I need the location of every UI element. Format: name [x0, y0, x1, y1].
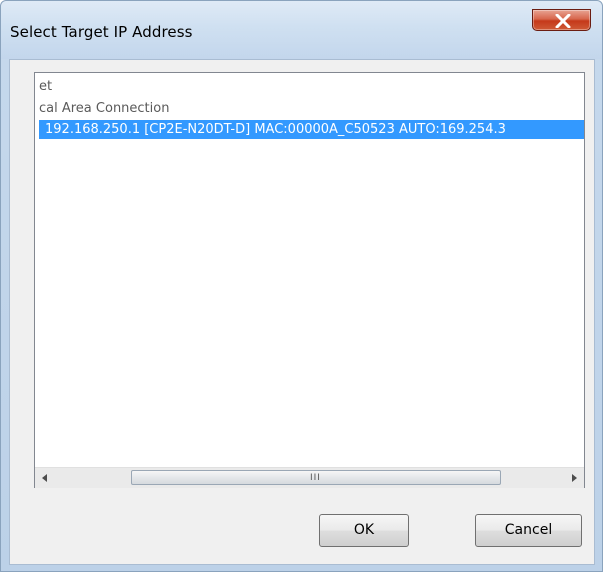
- tree-item-device-selected[interactable]: 192.168.250.1 [CP2E-N20DT-D] MAC:00000A_…: [39, 120, 584, 139]
- close-button[interactable]: [532, 9, 591, 31]
- window-title: Select Target IP Address: [10, 23, 193, 41]
- arrow-left-icon: [42, 474, 47, 482]
- tree-item-label: et: [39, 79, 53, 94]
- tree-item-label: 192.168.250.1 [CP2E-N20DT-D] MAC:00000A_…: [45, 122, 506, 137]
- scroll-right-button[interactable]: [564, 468, 584, 488]
- horizontal-scrollbar[interactable]: III: [35, 467, 584, 488]
- dialog-window: Select Target IP Address et cal Area Con…: [0, 0, 603, 572]
- scrollbar-thumb[interactable]: III: [131, 470, 501, 485]
- tree-item-network[interactable]: et: [39, 78, 52, 96]
- tree-item-label: cal Area Connection: [39, 101, 170, 116]
- cancel-button[interactable]: Cancel: [475, 514, 582, 547]
- ok-button[interactable]: OK: [319, 514, 409, 547]
- tree-item-connection[interactable]: cal Area Connection: [39, 100, 169, 118]
- title-bar[interactable]: Select Target IP Address: [1, 1, 602, 59]
- scrollbar-grip: III: [310, 473, 321, 483]
- arrow-right-icon: [572, 474, 577, 482]
- close-icon: [555, 14, 571, 28]
- scroll-left-button[interactable]: [35, 468, 55, 488]
- network-tree-view[interactable]: et cal Area Connection 192.168.250.1 [CP…: [34, 72, 585, 488]
